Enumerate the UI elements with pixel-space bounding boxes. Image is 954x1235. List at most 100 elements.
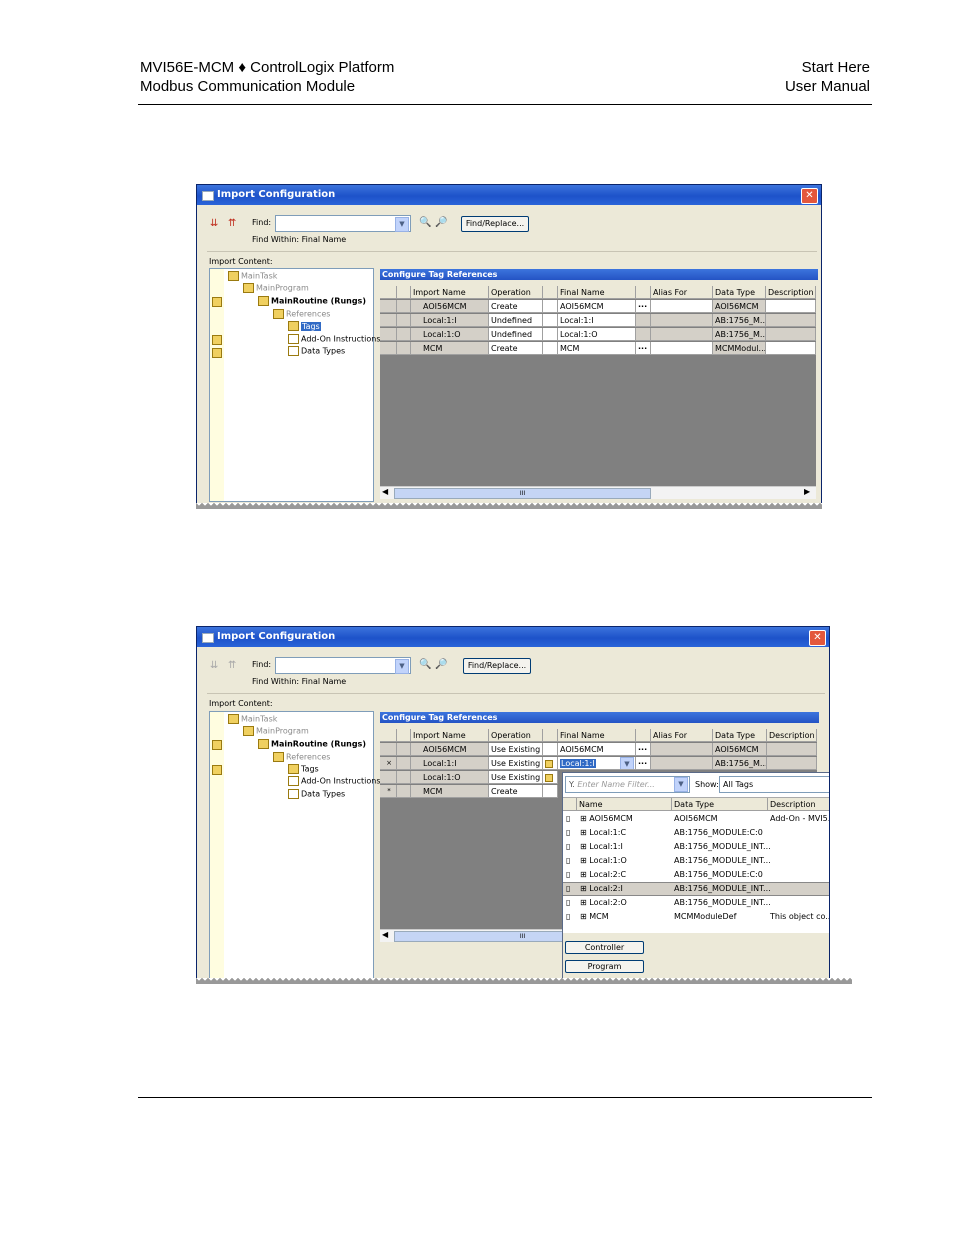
col-alias-for[interactable]: Alias For bbox=[651, 729, 713, 742]
row-final-name[interactable]: MCM bbox=[558, 342, 636, 355]
program-button[interactable]: Program bbox=[565, 960, 644, 973]
row-operation[interactable]: Undefined bbox=[489, 314, 543, 327]
find-next-icon[interactable]: 🔎 bbox=[435, 217, 447, 228]
list-item[interactable]: ▯ ⊞ AOI56MCM AOI56MCM Add-On - MVI5... bbox=[563, 812, 829, 826]
list-item[interactable]: ▯ ⊞ Local:1:C AB:1756_MODULE:C:0 bbox=[563, 826, 829, 840]
row-description[interactable] bbox=[766, 342, 816, 355]
import-content-tree[interactable]: MainTask MainProgram MainRoutine (Rungs)… bbox=[209, 711, 381, 979]
row-selector[interactable]: × bbox=[380, 757, 397, 770]
tag-references-grid[interactable]: Import Name Operation Final Name Alias F… bbox=[380, 286, 816, 499]
tree-item-data-types[interactable]: Data Types bbox=[288, 789, 345, 799]
tree-item-tags[interactable]: Tags bbox=[288, 764, 319, 774]
tree-item-data-types[interactable]: Data Types bbox=[288, 346, 345, 356]
list-item[interactable]: ▯ ⊞ Local:2:O AB:1756_MODULE_INT... bbox=[563, 896, 829, 910]
chevron-down-icon[interactable]: ▼ bbox=[674, 777, 688, 792]
row-description[interactable] bbox=[766, 300, 816, 313]
col-operation[interactable]: Operation bbox=[489, 286, 543, 299]
expand-all-icon[interactable]: ⇈ bbox=[228, 660, 236, 671]
row-final-name[interactable]: AOI56MCM bbox=[558, 300, 636, 313]
browse-button[interactable]: ··· bbox=[636, 757, 651, 770]
scroll-left-icon[interactable]: ◀ bbox=[382, 930, 388, 939]
row-operation[interactable]: Use Existing bbox=[489, 757, 543, 770]
row-operation[interactable]: Use Existing bbox=[489, 743, 543, 756]
expand-all-icon[interactable]: ⇈ bbox=[228, 218, 236, 229]
row-selector[interactable] bbox=[380, 743, 397, 756]
row-operation[interactable]: Create bbox=[489, 300, 543, 313]
scroll-right-icon[interactable]: ▶ bbox=[804, 487, 810, 496]
row-alias-for[interactable] bbox=[651, 300, 713, 313]
chevron-down-icon[interactable]: ▼ bbox=[395, 659, 409, 674]
close-button[interactable]: ✕ bbox=[809, 630, 826, 646]
row-selector[interactable] bbox=[380, 300, 397, 313]
find-replace-button[interactable]: Find/Replace... bbox=[463, 658, 531, 674]
close-button[interactable]: ✕ bbox=[801, 188, 818, 204]
final-name-dropdown[interactable]: Local:1:I ▼ bbox=[558, 757, 636, 770]
col-status-icon[interactable] bbox=[543, 286, 558, 299]
row-selector[interactable] bbox=[380, 342, 397, 355]
list-item-selected[interactable]: ▯ ⊞ Local:2:I AB:1756_MODULE_INT... bbox=[563, 882, 829, 896]
col-description[interactable]: Description bbox=[767, 729, 817, 742]
tree-item-mainprogram[interactable]: MainProgram bbox=[243, 726, 309, 736]
list-item[interactable]: ▯ ⊞ Local:1:I AB:1756_MODULE_INT... bbox=[563, 840, 829, 854]
tree-item-addon-instructions[interactable]: Add-On Instructions bbox=[288, 334, 381, 344]
tree-item-maintask[interactable]: MainTask bbox=[228, 714, 277, 724]
find-next-icon[interactable]: 🔎 bbox=[435, 659, 447, 670]
tree-item-mainroutine[interactable]: MainRoutine (Rungs) bbox=[258, 739, 366, 749]
collapse-all-icon[interactable]: ⇊ bbox=[210, 218, 218, 229]
col-data-type[interactable]: Data Type bbox=[713, 286, 766, 299]
tag-list[interactable]: Name Data Type Description ▲ ▼ ▯⊞ AOI56M… bbox=[563, 797, 829, 934]
find-previous-icon[interactable]: 🔍 bbox=[419, 217, 431, 228]
scroll-thumb[interactable]: III bbox=[394, 488, 651, 499]
col-alias-for[interactable]: Alias For bbox=[651, 286, 713, 299]
find-input[interactable]: ▼ bbox=[275, 657, 411, 674]
show-dropdown[interactable]: All Tags ▼ bbox=[719, 776, 829, 793]
browse-button[interactable]: ··· bbox=[636, 300, 651, 313]
list-item[interactable]: ▯ ⊞ Local:2:C AB:1756_MODULE:C:0 bbox=[563, 868, 829, 882]
row-selector[interactable]: * bbox=[380, 785, 397, 798]
controller-button[interactable]: Controller bbox=[565, 941, 644, 954]
col-status-icon[interactable] bbox=[543, 729, 558, 742]
row-selector[interactable] bbox=[380, 314, 397, 327]
row-operation[interactable]: Undefined bbox=[489, 328, 543, 341]
name-filter-input[interactable]: Y. Enter Name Filter... ▼ bbox=[565, 776, 690, 793]
row-selector[interactable] bbox=[380, 328, 397, 341]
row-operation[interactable]: Use Existing bbox=[489, 771, 543, 784]
col-import-name[interactable]: Import Name bbox=[411, 729, 489, 742]
row-final-name[interactable]: Local:1:I bbox=[558, 314, 636, 327]
row-final-name[interactable]: Local:1:O bbox=[558, 328, 636, 341]
col-operation[interactable]: Operation bbox=[489, 729, 543, 742]
horizontal-scrollbar[interactable]: ◀ III ▶ bbox=[380, 486, 816, 499]
row-operation[interactable]: Create bbox=[489, 342, 543, 355]
list-item[interactable]: ▯ ⊞ MCM MCMModuleDef This object co... bbox=[563, 910, 829, 924]
tree-item-mainroutine[interactable]: MainRoutine (Rungs) bbox=[258, 296, 366, 306]
import-content-tree[interactable]: MainTask MainProgram MainRoutine (Rungs)… bbox=[209, 268, 381, 502]
col-final-name[interactable]: Final Name bbox=[558, 729, 636, 742]
scroll-left-icon[interactable]: ◀ bbox=[382, 487, 388, 496]
col-final-name[interactable]: Final Name bbox=[558, 286, 636, 299]
tree-item-tags[interactable]: Tags bbox=[288, 321, 321, 331]
row-final-name[interactable]: AOI56MCM bbox=[558, 743, 636, 756]
collapse-all-icon[interactable]: ⇊ bbox=[210, 660, 218, 671]
col-name[interactable]: Name bbox=[577, 798, 672, 811]
tree-item-mainprogram[interactable]: MainProgram bbox=[243, 283, 309, 293]
find-replace-button[interactable]: Find/Replace... bbox=[461, 216, 529, 232]
tree-item-addon-instructions[interactable]: Add-On Instructions bbox=[288, 776, 381, 786]
tree-item-references[interactable]: References bbox=[273, 752, 330, 762]
browse-button[interactable]: ··· bbox=[636, 342, 651, 355]
col-import-name[interactable]: Import Name bbox=[411, 286, 489, 299]
col-data-type[interactable]: Data Type bbox=[672, 798, 768, 811]
list-item[interactable]: ▯ ⊞ Local:1:O AB:1756_MODULE_INT... bbox=[563, 854, 829, 868]
row-alias-for[interactable] bbox=[651, 342, 713, 355]
find-input[interactable]: ▼ bbox=[275, 215, 411, 232]
row-operation[interactable]: Create bbox=[489, 785, 543, 798]
row-selector[interactable] bbox=[380, 771, 397, 784]
col-description[interactable]: Description bbox=[766, 286, 816, 299]
browse-button[interactable]: ··· bbox=[636, 743, 651, 756]
col-description[interactable]: Description bbox=[768, 798, 829, 811]
chevron-down-icon[interactable]: ▼ bbox=[395, 217, 409, 232]
find-previous-icon[interactable]: 🔍 bbox=[419, 659, 431, 670]
col-data-type[interactable]: Data Type bbox=[713, 729, 767, 742]
tree-item-references[interactable]: References bbox=[273, 309, 330, 319]
tree-item-maintask[interactable]: MainTask bbox=[228, 271, 277, 281]
chevron-down-icon[interactable]: ▼ bbox=[620, 757, 634, 769]
